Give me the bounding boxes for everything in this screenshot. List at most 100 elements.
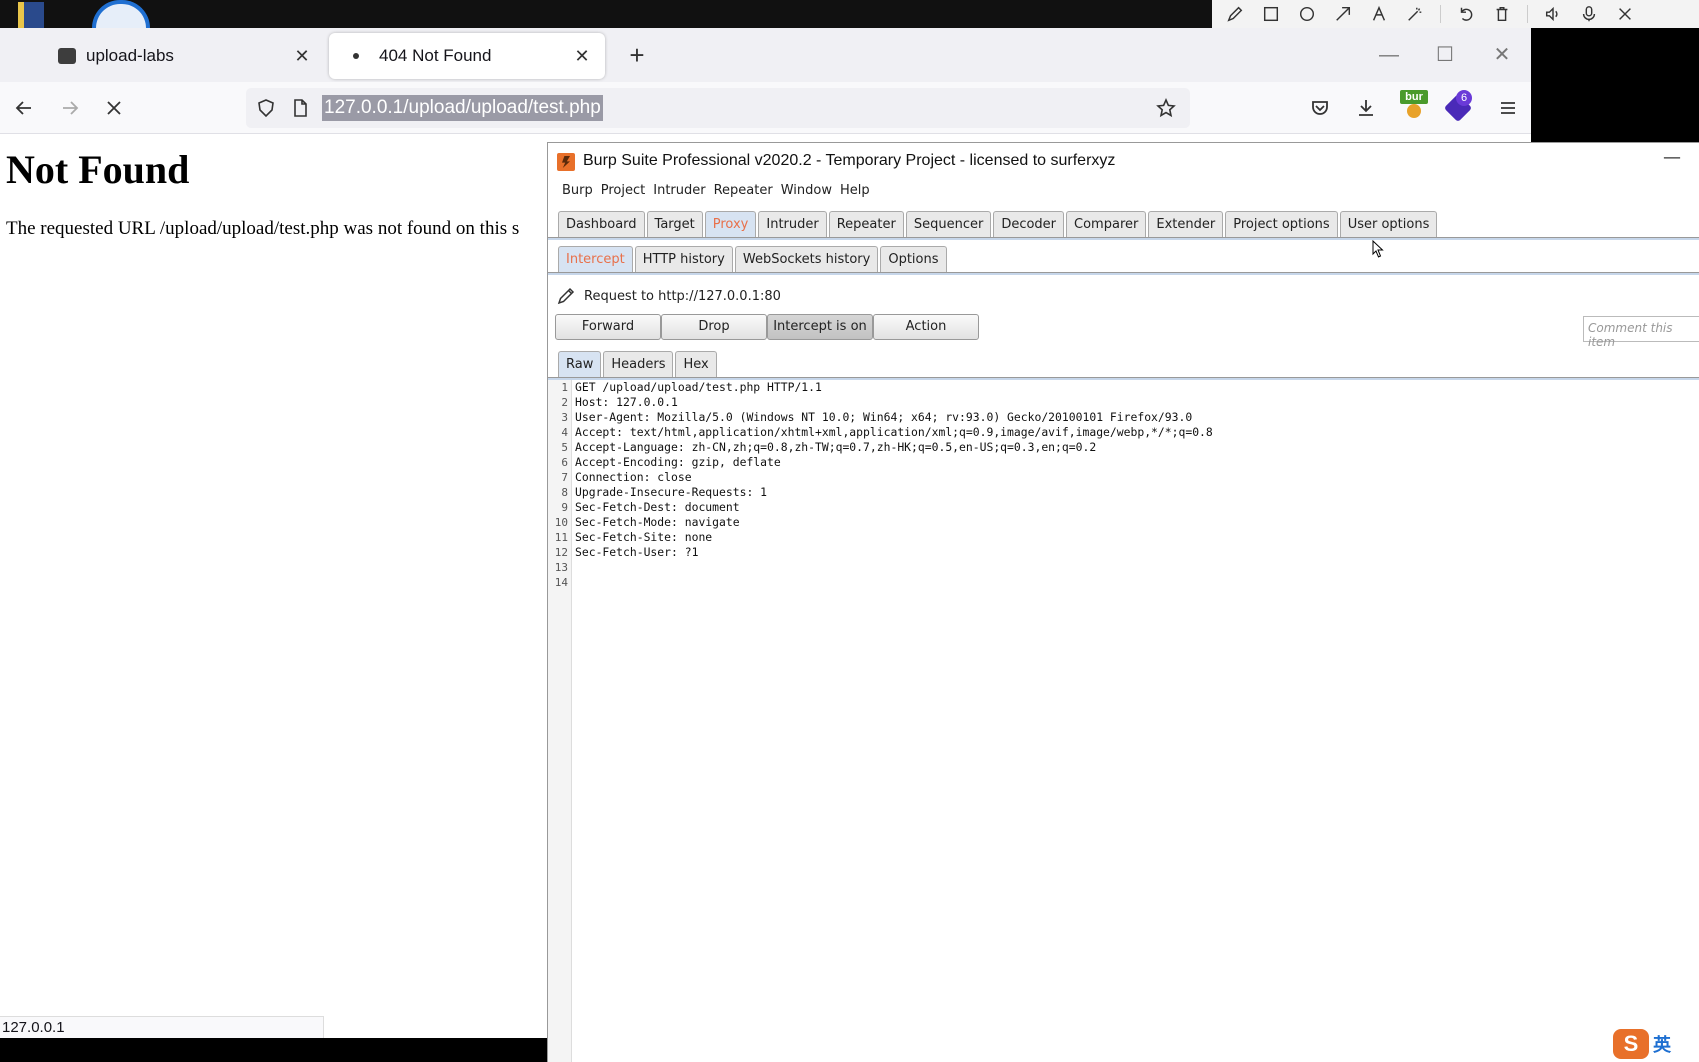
line-number-gutter: 1 2 3 4 5 6 7 8 9 10 11 12 13 14: [548, 380, 572, 1062]
tab-user-options[interactable]: User options: [1339, 211, 1438, 237]
request-line[interactable]: Sec-Fetch-Mode: navigate: [575, 515, 1213, 530]
tab-websockets-history[interactable]: WebSockets history: [734, 246, 879, 272]
request-line[interactable]: Accept-Encoding: gzip, deflate: [575, 455, 1213, 470]
tab-project-options[interactable]: Project options: [1225, 211, 1338, 237]
tracking-shield-icon[interactable]: [256, 98, 276, 118]
forward-button[interactable]: [54, 92, 86, 124]
menu-burp[interactable]: Burp: [558, 179, 597, 203]
close-icon[interactable]: [1614, 3, 1636, 25]
tab-options[interactable]: Options: [880, 246, 947, 272]
request-line[interactable]: Sec-Fetch-Dest: document: [575, 500, 1213, 515]
line-number: 6: [561, 456, 568, 469]
tab-hex[interactable]: Hex: [675, 351, 717, 377]
arrow-icon[interactable]: [1332, 3, 1354, 25]
tab-comparer[interactable]: Comparer: [1066, 211, 1147, 237]
tab-dashboard[interactable]: Dashboard: [558, 211, 645, 237]
tab-proxy[interactable]: Proxy: [704, 211, 757, 237]
menu-project[interactable]: Project: [597, 179, 649, 203]
new-tab-button[interactable]: +: [622, 40, 652, 70]
circle-icon[interactable]: [1296, 3, 1318, 25]
arrow-right-icon: [63, 101, 79, 115]
tab-repeater[interactable]: Repeater: [828, 211, 904, 237]
arrow-left-icon: [15, 101, 31, 115]
minimize-icon[interactable]: —: [1374, 40, 1404, 70]
menu-help[interactable]: Help: [836, 179, 874, 203]
tab-intercept[interactable]: Intercept: [558, 246, 633, 272]
tab-strip: upload-labs ✕ 404 Not Found ✕ + — ☐ ✕: [0, 28, 1531, 82]
request-line[interactable]: [575, 575, 1213, 590]
app-menu-button[interactable]: [1492, 92, 1524, 124]
tab-intruder[interactable]: Intruder: [758, 211, 827, 237]
message-view-tabs: Raw Headers Hex: [558, 351, 719, 377]
tab-headers[interactable]: Headers: [603, 351, 674, 377]
magic-wand-icon[interactable]: [1404, 3, 1426, 25]
pencil-icon[interactable]: [556, 286, 576, 306]
tab-upload-labs[interactable]: upload-labs ✕: [0, 33, 325, 79]
tab-raw[interactable]: Raw: [558, 351, 602, 377]
url-text[interactable]: 127.0.0.1/upload/upload/test.php: [322, 95, 603, 121]
burp-extension-button[interactable]: bur: [1400, 90, 1428, 120]
action-button[interactable]: Action: [873, 314, 979, 340]
page-title: Not Found: [6, 147, 190, 192]
request-line[interactable]: Accept-Language: zh-CN,zh;q=0.8,zh-TW;q=…: [575, 440, 1213, 455]
error-message: The requested URL /upload/upload/test.ph…: [6, 218, 520, 239]
pocket-button[interactable]: [1304, 92, 1336, 124]
rectangle-icon[interactable]: [1260, 3, 1282, 25]
taskbar-browser-icon[interactable]: [92, 0, 150, 28]
back-button[interactable]: [8, 92, 40, 124]
menu-repeater[interactable]: Repeater: [710, 179, 777, 203]
request-line[interactable]: Host: 127.0.0.1: [575, 395, 1213, 410]
minimize-icon[interactable]: —: [1660, 147, 1684, 171]
drop-button[interactable]: Drop: [661, 314, 767, 340]
ublock-extension-button[interactable]: 6: [1443, 90, 1473, 123]
tab-404-not-found[interactable]: 404 Not Found ✕: [329, 33, 605, 79]
request-line[interactable]: Upgrade-Insecure-Requests: 1: [575, 485, 1213, 500]
close-tab-icon[interactable]: ✕: [573, 46, 591, 67]
burp-extension-label: bur: [1400, 90, 1428, 104]
request-text[interactable]: GET /upload/upload/test.php HTTP/1.1 Host…: [572, 380, 1213, 1062]
menu-intruder[interactable]: Intruder: [649, 179, 709, 203]
tab-http-history[interactable]: HTTP history: [634, 246, 733, 272]
close-window-icon[interactable]: ✕: [1487, 40, 1517, 70]
maximize-icon[interactable]: ☐: [1430, 40, 1460, 70]
tab-decoder[interactable]: Decoder: [993, 211, 1065, 237]
undo-icon[interactable]: [1455, 3, 1477, 25]
burp-extension-icon: [1407, 104, 1421, 118]
request-editor[interactable]: 1 2 3 4 5 6 7 8 9 10 11 12 13 14 GET /upload/upload/t…: [548, 380, 1699, 1062]
request-info: Request to http://127.0.0.1:80: [556, 286, 781, 306]
taskbar-app-icon[interactable]: [18, 2, 44, 28]
request-line[interactable]: Connection: close: [575, 470, 1213, 485]
text-tool-icon[interactable]: [1368, 3, 1390, 25]
tab-target[interactable]: Target: [646, 211, 703, 237]
annotation-toolbar: [1212, 0, 1699, 28]
request-line[interactable]: User-Agent: Mozilla/5.0 (Windows NT 10.0…: [575, 410, 1213, 425]
microphone-icon[interactable]: [1578, 3, 1600, 25]
close-tab-icon[interactable]: ✕: [293, 46, 311, 67]
line-number: 7: [561, 471, 568, 484]
trash-icon[interactable]: [1491, 3, 1513, 25]
stop-loading-button[interactable]: [98, 92, 130, 124]
speaker-icon[interactable]: [1542, 3, 1564, 25]
comment-input[interactable]: Comment this item: [1583, 316, 1699, 349]
bookmark-star-icon[interactable]: [1156, 98, 1176, 118]
downloads-button[interactable]: [1350, 92, 1382, 124]
request-line[interactable]: Sec-Fetch-User: ?1: [575, 545, 1213, 560]
forward-button[interactable]: Forward: [555, 314, 661, 340]
address-bar[interactable]: 127.0.0.1/upload/upload/test.php: [246, 88, 1190, 128]
page-info-icon[interactable]: [290, 98, 310, 118]
intercept-toggle-button[interactable]: Intercept is on: [767, 314, 873, 340]
tab-extender[interactable]: Extender: [1148, 211, 1224, 237]
toolbar-divider: [1527, 5, 1528, 23]
request-line[interactable]: [575, 560, 1213, 575]
request-target-label: Request to http://127.0.0.1:80: [584, 288, 781, 304]
burp-title-bar[interactable]: Burp Suite Professional v2020.2 - Tempor…: [548, 143, 1699, 179]
menu-window[interactable]: Window: [777, 179, 836, 203]
request-line[interactable]: Sec-Fetch-Site: none: [575, 530, 1213, 545]
ime-status[interactable]: S 英: [1609, 1026, 1699, 1062]
stop-icon: [107, 101, 121, 115]
tab-sequencer[interactable]: Sequencer: [905, 211, 992, 237]
pen-icon[interactable]: [1224, 3, 1246, 25]
request-line[interactable]: GET /upload/upload/test.php HTTP/1.1: [575, 380, 1213, 395]
request-line[interactable]: Accept: text/html,application/xhtml+xml,…: [575, 425, 1213, 440]
line-number: 12: [554, 546, 568, 559]
